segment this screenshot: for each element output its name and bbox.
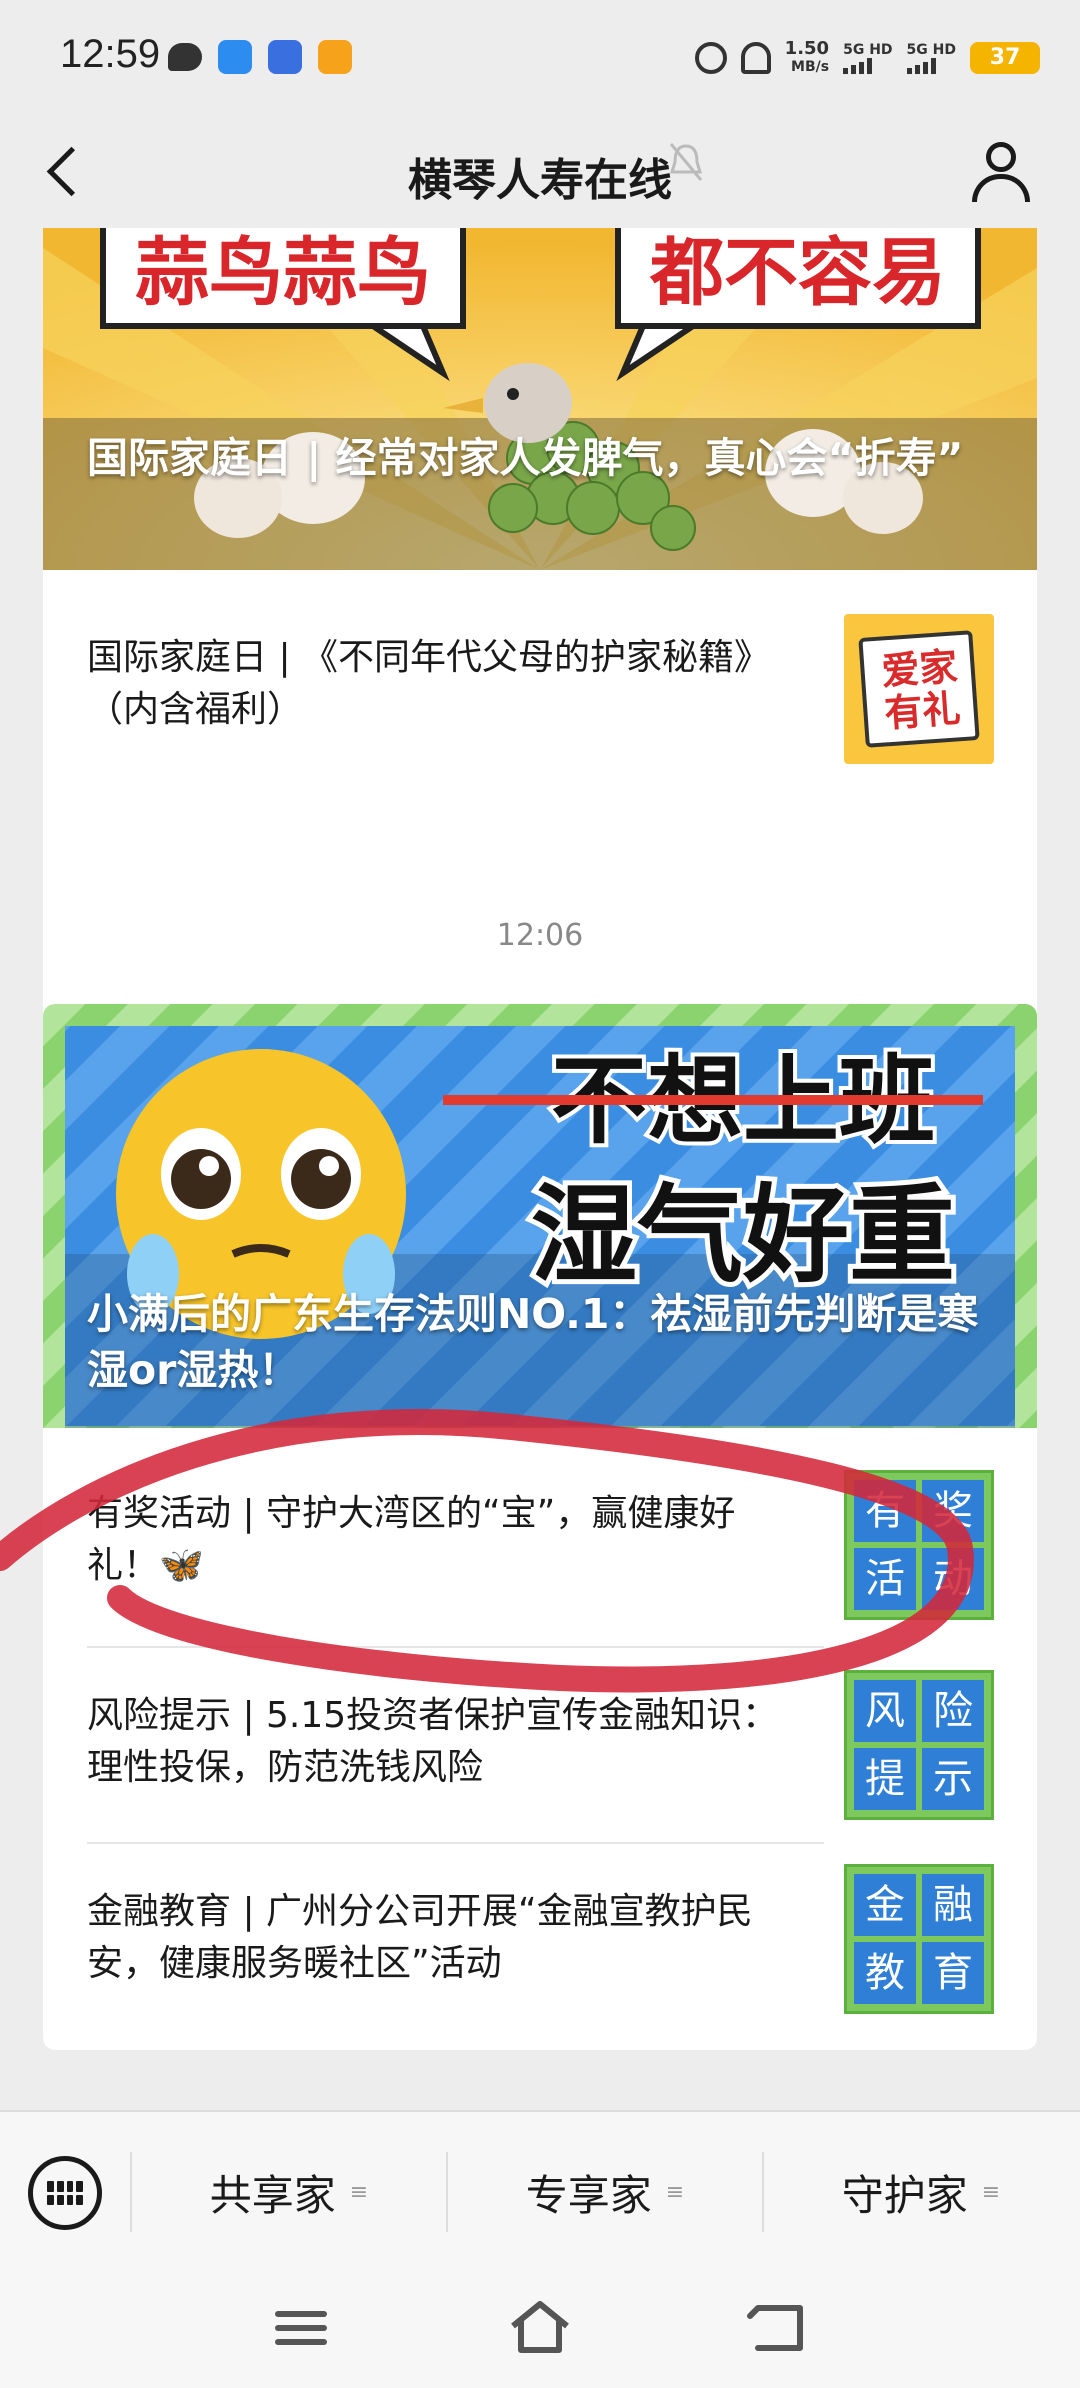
profile-button[interactable] — [966, 136, 1036, 206]
menu-icon: ≡ — [665, 2179, 685, 2205]
home-button[interactable] — [505, 2298, 575, 2358]
menu-icon: ≡ — [981, 2179, 1001, 2205]
video-app-icon — [318, 40, 352, 74]
keyboard-icon — [47, 2181, 83, 2205]
tab-shouhujia[interactable]: 守护家 ≡ — [764, 2142, 1078, 2242]
battery-icon: 37 — [970, 42, 1040, 74]
back-nav-button[interactable] — [744, 2298, 814, 2358]
signal-sim2: 5G HD — [906, 42, 956, 74]
page-title: 横琴人寿在线 — [408, 155, 672, 206]
app-notification-icon — [218, 40, 252, 74]
recent-apps-button[interactable] — [266, 2298, 336, 2358]
title-bar: 横琴人寿在线 — [0, 118, 1080, 228]
message-icon — [168, 43, 202, 71]
status-bar: 12:59 1.50 MB/s 5G HD 5G HD 37 — [0, 0, 1080, 118]
red-annotation-circle — [0, 1409, 974, 1693]
mute-notification-icon — [669, 143, 703, 181]
baidu-icon — [268, 40, 302, 74]
bottom-menu-bar: 共享家 ≡ 专享家 ≡ 守护家 ≡ — [0, 2110, 1080, 2268]
system-indicators: 1.50 MB/s 5G HD 5G HD 37 — [694, 38, 1040, 76]
alarm-icon — [694, 42, 727, 74]
system-navigation-bar — [0, 2268, 1080, 2388]
status-time: 12:59 — [60, 32, 161, 76]
tab-gongxiangjia[interactable]: 共享家 ≡ — [132, 2142, 446, 2242]
menu-icon: ≡ — [349, 2179, 369, 2205]
network-speed: 1.50 MB/s — [784, 38, 830, 76]
user-icon — [986, 142, 1016, 172]
message-feed[interactable]: 蒜鸟蒜鸟 都不容易 国际家庭日 | 经常对家人发脾气，真心会“折寿” 国际家庭日… — [0, 228, 1080, 2110]
notification-icons — [168, 40, 352, 74]
keyboard-toggle-button[interactable] — [28, 2156, 102, 2230]
silent-icon — [740, 42, 771, 74]
signal-sim1: 5G HD — [843, 42, 893, 74]
tab-zhuanxiangjia[interactable]: 专享家 ≡ — [448, 2142, 762, 2242]
